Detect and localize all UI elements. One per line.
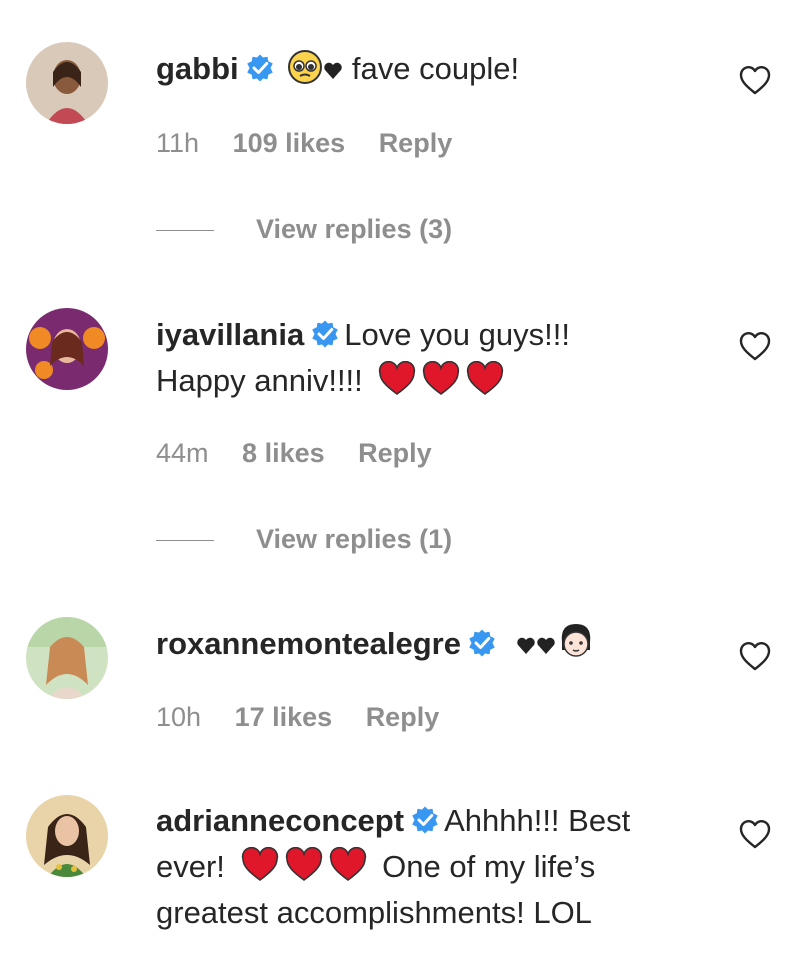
- avatar-roxannemontealegre[interactable]: [26, 617, 108, 699]
- heart-outline-icon[interactable]: [738, 640, 772, 672]
- comment-text-part2: ever!: [156, 849, 225, 884]
- heart-outline-icon[interactable]: [738, 64, 772, 96]
- red-heart-emoji: [379, 361, 416, 395]
- avatar-gabbi[interactable]: [26, 42, 108, 124]
- black-heart-emoji: [536, 637, 555, 654]
- red-heart-emoji: [285, 847, 322, 881]
- likes-count[interactable]: 109 likes: [233, 128, 346, 158]
- red-heart-emoji: [423, 361, 460, 395]
- reply-button[interactable]: Reply: [379, 128, 453, 158]
- black-heart-emoji: [324, 62, 343, 79]
- reply-button[interactable]: Reply: [358, 438, 432, 468]
- timestamp[interactable]: 44m: [156, 438, 209, 468]
- timestamp[interactable]: 11h: [156, 128, 199, 158]
- heart-outline-icon[interactable]: [738, 818, 772, 850]
- avatar-iyavillania[interactable]: [26, 308, 108, 390]
- comment-meta: 10h 17 likes Reply: [156, 702, 465, 733]
- username[interactable]: gabbi: [156, 51, 239, 86]
- username[interactable]: iyavillania: [156, 317, 304, 352]
- red-heart-emoji: [467, 361, 504, 395]
- username[interactable]: roxannemontealegre: [156, 626, 461, 661]
- avatar-adrianneconcept[interactable]: [26, 795, 108, 877]
- view-replies-button[interactable]: View replies (3): [156, 214, 452, 245]
- divider-line: [156, 540, 214, 542]
- timestamp[interactable]: 10h: [156, 702, 201, 732]
- pleading-face-emoji: [288, 50, 323, 84]
- comment-meta: 44m 8 likes Reply: [156, 438, 458, 469]
- comment-text: fave couple!: [343, 51, 520, 86]
- red-heart-emoji: [329, 847, 366, 881]
- heart-outline-icon[interactable]: [738, 330, 772, 362]
- red-heart-emoji: [241, 847, 278, 881]
- comment-text-part1: Ahhhh!!! Best: [444, 803, 631, 838]
- verified-badge-icon: [469, 629, 495, 657]
- comment-text-line2: Happy anniv!!!!: [156, 363, 363, 398]
- verified-badge-icon: [312, 320, 338, 348]
- black-heart-emoji: [516, 637, 535, 654]
- comment-text-line1: Love you guys!!!: [344, 317, 570, 352]
- likes-count[interactable]: 17 likes: [235, 702, 333, 732]
- likes-count[interactable]: 8 likes: [242, 438, 325, 468]
- reply-button[interactable]: Reply: [366, 702, 440, 732]
- comment-meta: 11h 109 likes Reply: [156, 128, 478, 159]
- username[interactable]: adrianneconcept: [156, 803, 404, 838]
- view-replies-label: View replies (1): [256, 524, 453, 554]
- verified-badge-icon: [412, 806, 438, 834]
- girl-face-emoji: [561, 624, 590, 657]
- view-replies-label: View replies (3): [256, 214, 453, 244]
- verified-badge-icon: [246, 54, 273, 82]
- divider-line: [156, 230, 214, 232]
- comment-text-part3: One of my life’s: [382, 849, 596, 884]
- view-replies-button[interactable]: View replies (1): [156, 524, 452, 555]
- comment-text-part4: greatest accomplishments! LOL: [156, 895, 592, 930]
